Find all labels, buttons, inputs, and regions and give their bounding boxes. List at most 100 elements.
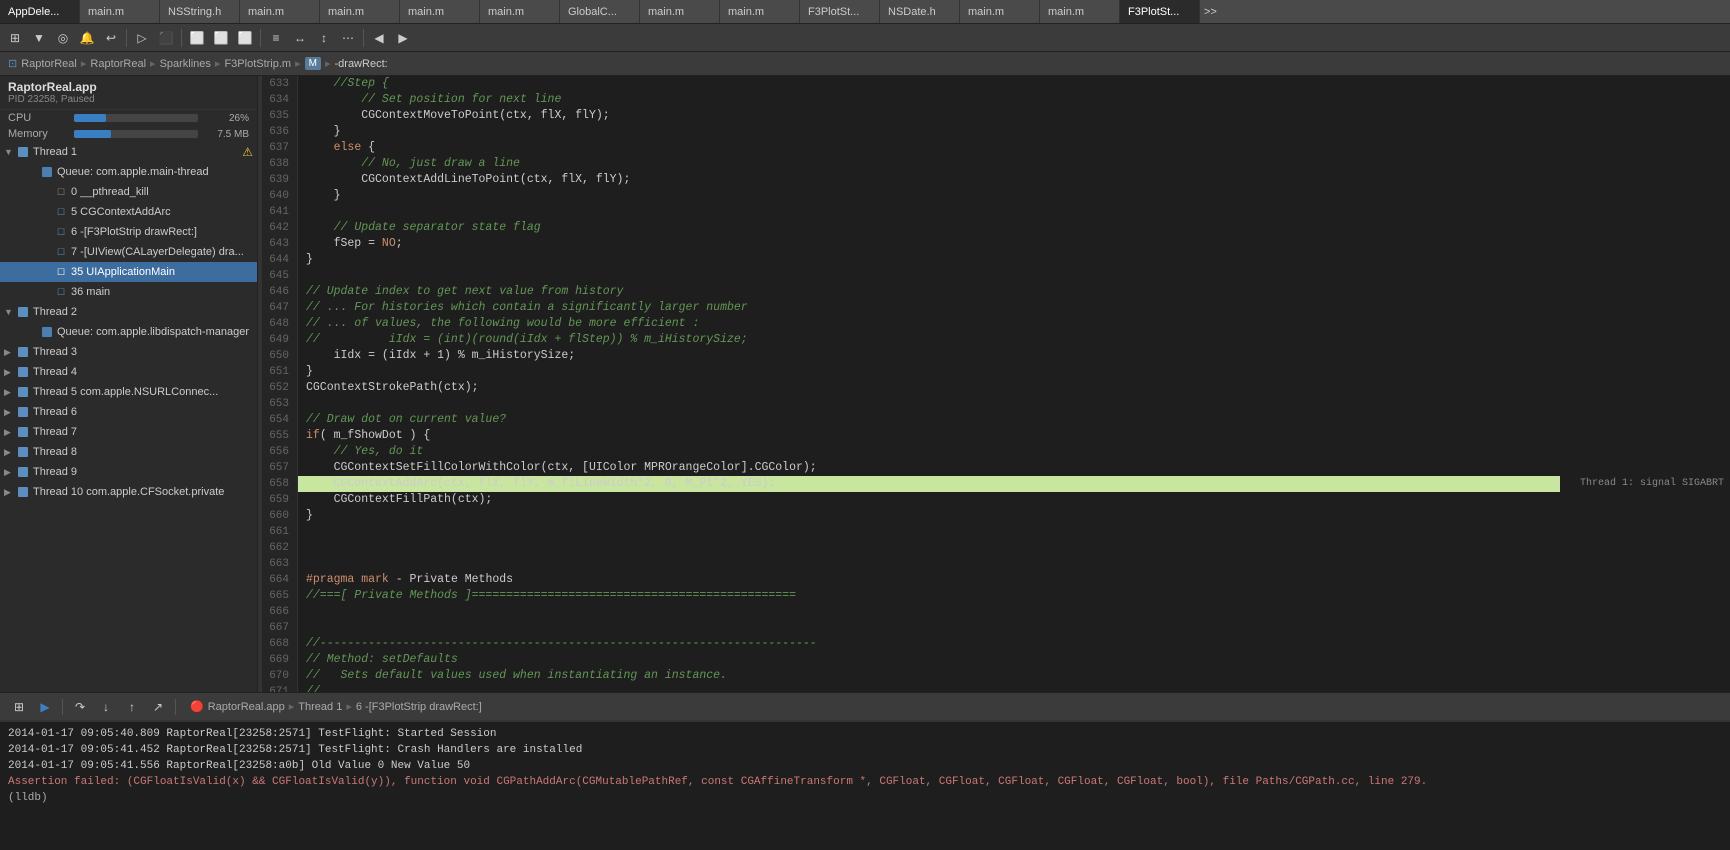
code-line-661: 661	[262, 524, 1730, 540]
thread-1-frame-7[interactable]: ☐ 7 -[UIView(CALayerDelegate) dra...	[0, 242, 257, 262]
thread-1-name: Thread 1	[33, 146, 239, 158]
thread-1-item[interactable]: ▼ Thread 1 ⚠	[0, 142, 257, 162]
thread-1-frame-0[interactable]: ☐ 0 __pthread_kill	[0, 182, 257, 202]
toolbar-layout-4[interactable]: ⋯	[337, 27, 359, 49]
tab-nsstring[interactable]: NSString.h	[160, 0, 240, 23]
bc-raptor-2[interactable]: RaptorReal	[90, 58, 146, 70]
line-number: 639	[262, 172, 298, 188]
toolbar-layout-1[interactable]: ≡	[265, 27, 287, 49]
thread-6-item[interactable]: ▶ Thread 6	[0, 402, 257, 422]
line-number: 643	[262, 236, 298, 252]
line-content: if( m_fShowDot ) {	[298, 428, 1730, 444]
bc-sparklines[interactable]: Sparklines	[160, 58, 211, 70]
tab-f3plotst-1[interactable]: F3PlotSt...	[800, 0, 880, 23]
cpu-label: CPU	[8, 112, 68, 124]
thread-3-item[interactable]: ▶ Thread 3	[0, 342, 257, 362]
thread-1-frame-36[interactable]: ☐ 36 main	[0, 282, 257, 302]
toolbar-layout-2[interactable]: ↔	[289, 27, 311, 49]
t1q-icon	[40, 165, 54, 179]
tab-main-8[interactable]: main.m	[960, 0, 1040, 23]
dbg-btn-toggle[interactable]: ⊞	[8, 696, 30, 718]
code-line-667: 667	[262, 620, 1730, 636]
debug-breadcrumb: 🔴 RaptorReal.app ▸ Thread 1 ▸ 6 -[F3Plot…	[190, 700, 1722, 713]
tab-main-3[interactable]: main.m	[320, 0, 400, 23]
line-number: 665	[262, 588, 298, 604]
line-number: 664	[262, 572, 298, 588]
thread-2-queue[interactable]: Queue: com.apple.libdispatch-manager	[0, 322, 257, 342]
bc-method[interactable]: -drawRect:	[335, 58, 388, 70]
console-line: (lldb)	[8, 790, 1722, 806]
tab-f3plotst-2[interactable]: F3PlotSt...	[1120, 0, 1200, 23]
toolbar-step-over[interactable]: ⬜	[186, 27, 208, 49]
dbg-btn-step-in[interactable]: ↓	[95, 696, 117, 718]
line-content: // No, just draw a line	[298, 156, 1730, 172]
tab-main-2[interactable]: main.m	[240, 0, 320, 23]
code-line-651: 651}	[262, 364, 1730, 380]
tab-main-7[interactable]: main.m	[720, 0, 800, 23]
bc-sep-1: ▸	[81, 57, 87, 70]
dbg-btn-play[interactable]: ▶	[34, 696, 56, 718]
toolbar-layout-3[interactable]: ↕	[313, 27, 335, 49]
tab-main-5[interactable]: main.m	[480, 0, 560, 23]
tab-nsdate[interactable]: NSDate.h	[880, 0, 960, 23]
line-number: 645	[262, 268, 298, 284]
right-panel: 633 //Step {634 // Set position for next…	[262, 76, 1730, 692]
line-number: 666	[262, 604, 298, 620]
toolbar-step-in[interactable]: ⬜	[210, 27, 232, 49]
thread-5-expand: ▶	[4, 387, 14, 398]
dbg-btn-step-over[interactable]: ↷	[69, 696, 91, 718]
toolbar-step-out[interactable]: ⬜	[234, 27, 256, 49]
cpu-bar	[74, 114, 106, 122]
code-area[interactable]: 633 //Step {634 // Set position for next…	[262, 76, 1730, 692]
bc-raptor-1[interactable]: RaptorReal	[21, 58, 77, 70]
dbg-btn-continue[interactable]: ↗	[147, 696, 169, 718]
toolbar-toggle-left[interactable]: ⊞	[4, 27, 26, 49]
toolbar-prev[interactable]: ◀	[368, 27, 390, 49]
toolbar-btn-3[interactable]: ◎	[52, 27, 74, 49]
code-line-646: 646// Update index to get next value fro…	[262, 284, 1730, 300]
t1f6-name: 6 -[F3PlotStrip drawRect:]	[71, 226, 253, 238]
thread-5-item[interactable]: ▶ Thread 5 com.apple.NSURLConnec...	[0, 382, 257, 402]
line-number: 638	[262, 156, 298, 172]
thread-4-item[interactable]: ▶ Thread 4	[0, 362, 257, 382]
t1f36-icon: ☐	[54, 285, 68, 299]
tab-main-1[interactable]: main.m	[80, 0, 160, 23]
bc-file[interactable]: F3PlotStrip.m	[224, 58, 291, 70]
thread-1-frame-35[interactable]: ☐ 35 UIApplicationMain	[0, 262, 257, 282]
dbg-btn-step-out[interactable]: ↑	[121, 696, 143, 718]
tab-appdelete[interactable]: AppDele...	[0, 0, 80, 23]
thread-7-item[interactable]: ▶ Thread 7	[0, 422, 257, 442]
dbg-sep-2	[175, 699, 176, 715]
console-area[interactable]: 2014-01-17 09:05:40.809 RaptorReal[23258…	[0, 720, 1730, 850]
toolbar-btn-4[interactable]: 🔔	[76, 27, 98, 49]
toolbar-next[interactable]: ▶	[392, 27, 414, 49]
tab-main-4[interactable]: main.m	[400, 0, 480, 23]
toolbar-run[interactable]: ▷	[131, 27, 153, 49]
bc-sep-3: ▸	[215, 57, 221, 70]
tab-globalc[interactable]: GlobalC...	[560, 0, 640, 23]
t1f6-icon: ☐	[54, 225, 68, 239]
thread-8-item[interactable]: ▶ Thread 8	[0, 442, 257, 462]
thread-10-item[interactable]: ▶ Thread 10 com.apple.CFSocket.private	[0, 482, 257, 502]
line-content	[298, 204, 1730, 220]
toolbar-stop[interactable]: ⬛	[155, 27, 177, 49]
console-line: 2014-01-17 09:05:41.556 RaptorReal[23258…	[8, 758, 1722, 774]
thread-2-expand: ▼	[4, 307, 14, 317]
tab-overflow[interactable]: >>	[1200, 0, 1221, 23]
thread-1-frame-6[interactable]: ☐ 6 -[F3PlotStrip drawRect:]	[0, 222, 257, 242]
tab-main-6[interactable]: main.m	[640, 0, 720, 23]
code-line-666: 666	[262, 604, 1730, 620]
toolbar-btn-5[interactable]: ↩	[100, 27, 122, 49]
thread-2-item[interactable]: ▼ Thread 2	[0, 302, 257, 322]
code-line-634: 634 // Set position for next line	[262, 92, 1730, 108]
thread-1-frame-5[interactable]: ☐ 5 CGContextAddArc	[0, 202, 257, 222]
thread-1-queue[interactable]: Queue: com.apple.main-thread	[0, 162, 257, 182]
tab-main-9[interactable]: main.m	[1040, 0, 1120, 23]
dbg-bc-frame: 6 -[F3PlotStrip drawRect:]	[356, 701, 482, 713]
code-line-655: 655if( m_fShowDot ) {	[262, 428, 1730, 444]
console-line: 2014-01-17 09:05:40.809 RaptorReal[23258…	[8, 726, 1722, 742]
thread-9-item[interactable]: ▶ Thread 9	[0, 462, 257, 482]
thread-9-name: Thread 9	[33, 466, 253, 478]
line-number: 652	[262, 380, 298, 396]
toolbar-btn-2[interactable]: ▼	[28, 27, 50, 49]
